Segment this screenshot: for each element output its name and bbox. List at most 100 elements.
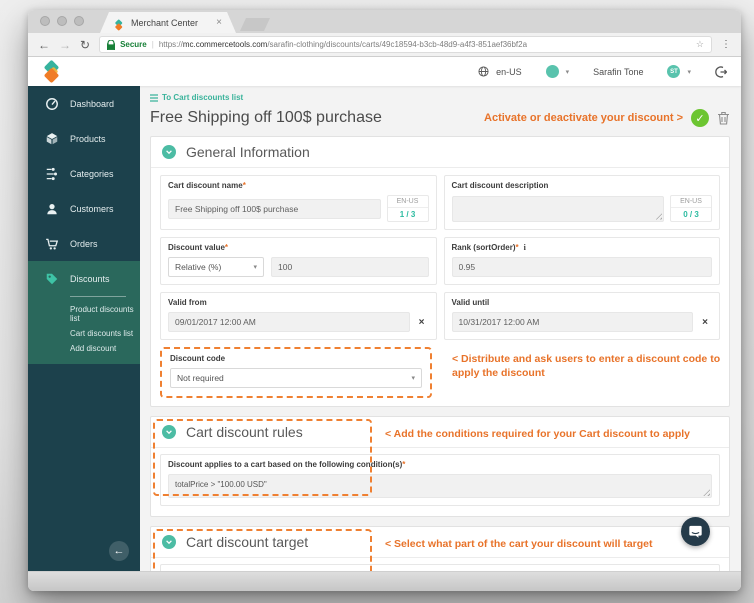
list-icon [150, 93, 158, 102]
cart-discount-description-fieldbox: Cart discount description EN-US 0 / 3 [443, 175, 720, 230]
back-icon[interactable]: ← [38, 39, 50, 51]
minimize-window-button[interactable] [57, 15, 67, 26]
locale-counter[interactable]: 1 / 3 [388, 208, 428, 221]
browser-tab-strip: Merchant Center × [28, 10, 741, 33]
valid-until-fieldbox: Valid until × [443, 292, 720, 340]
sidebar-item-discounts[interactable]: Discounts [28, 261, 140, 296]
clear-date-icon[interactable]: × [702, 317, 708, 328]
discount-amount-input[interactable] [271, 257, 429, 277]
sidebar-item-label: Customers [70, 203, 114, 214]
required-asterisk: * [244, 570, 247, 571]
sidebar-item-label: Orders [70, 238, 98, 249]
sidebar-item-product-discounts-list[interactable]: Product discounts list [28, 302, 140, 326]
logout-icon[interactable] [715, 65, 727, 78]
browser-tab[interactable]: Merchant Center × [100, 12, 236, 33]
sidebar-item-products[interactable]: Products [28, 121, 140, 156]
breadcrumb-label: To Cart discounts list [162, 93, 244, 102]
required-asterisk: * [515, 243, 519, 252]
chevron-down-icon: ▾ [253, 264, 257, 271]
secure-label: Secure [120, 40, 147, 49]
cart-discount-description-textarea[interactable] [451, 195, 664, 222]
tab-title: Merchant Center [131, 17, 199, 28]
info-icon[interactable]: i [524, 243, 526, 252]
target-annotation: < Select what part of the cart your disc… [385, 538, 653, 550]
forward-icon[interactable]: → [59, 39, 71, 51]
sidebar-collapse-button[interactable]: ← [109, 541, 129, 561]
close-tab-icon[interactable]: × [216, 18, 222, 28]
discount-code-row: Discount code Not required ▾ < Distribut… [160, 347, 720, 398]
sidebar-item-add-discount[interactable]: Add discount [28, 341, 140, 356]
selected-option: Not required [177, 373, 224, 383]
required-asterisk: * [402, 460, 406, 469]
section-title: General Information [186, 144, 310, 160]
url-host: mc.commercetools.com [182, 40, 268, 49]
sidebar-item-orders[interactable]: Orders [28, 226, 140, 261]
user-avatar[interactable]: ST [667, 65, 681, 78]
discount-value-type-select[interactable]: Relative (%) ▾ [168, 257, 264, 277]
bookmark-star-icon[interactable]: ☆ [696, 39, 704, 50]
page-title-row: Free Shipping off 100$ purchase Activate… [150, 109, 730, 127]
browser-menu-icon[interactable]: ⋮ [721, 39, 731, 50]
new-tab-button[interactable] [240, 18, 270, 31]
activate-toggle-button[interactable]: ✓ [691, 109, 709, 127]
cart-discount-name-input[interactable] [168, 198, 381, 219]
locale-label: en-US [496, 66, 522, 77]
project-avatar[interactable] [545, 65, 559, 78]
collapse-section-icon[interactable] [162, 535, 176, 549]
sidebar-item-dashboard[interactable]: Dashboard [28, 86, 140, 121]
language-label: EN-US [671, 196, 711, 208]
chevron-down-icon[interactable]: ▾ [566, 68, 570, 76]
sidebar-item-label: Products [70, 133, 106, 144]
zoom-window-button[interactable] [74, 15, 84, 26]
delete-discount-button[interactable] [717, 111, 730, 125]
main-content: To Cart discounts list Free Shipping off… [140, 86, 741, 571]
sidebar-item-categories[interactable]: Categories [28, 156, 140, 191]
cart-discount-name-fieldbox: Cart discount name* EN-US 1 / 3 [160, 175, 437, 230]
breadcrumb[interactable]: To Cart discounts list [150, 93, 730, 102]
products-icon [46, 132, 58, 144]
commercetools-logo[interactable] [42, 59, 62, 83]
resize-handle-icon[interactable] [655, 212, 662, 220]
condition-textarea[interactable]: totalPrice > "100.00 USD" [168, 474, 712, 498]
chat-launcher-button[interactable] [681, 517, 710, 546]
valid-from-input[interactable] [168, 312, 410, 332]
browser-window: Merchant Center × ← → ↻ Secure | https:/… [28, 10, 741, 591]
sidebar-item-cart-discounts-list[interactable]: Cart discounts list [28, 326, 140, 341]
discount-code-select[interactable]: Not required ▾ [170, 368, 422, 388]
clear-date-icon[interactable]: × [419, 317, 425, 328]
address-bar[interactable]: Secure | https://mc.commercetools.com/sa… [99, 36, 712, 53]
sidebar-item-label: Discounts [70, 273, 110, 284]
rank-fieldbox: Rank (sortOrder)* i [443, 237, 720, 285]
valid-from-fieldbox: Valid from × [160, 292, 437, 340]
sidebar-section-discounts: Discounts Product discounts list Cart di… [28, 261, 140, 364]
field-label: Valid until [451, 298, 490, 307]
favicon [114, 20, 120, 26]
lock-icon [107, 39, 116, 50]
discount-code-annotation: < Distribute and ask users to enter a di… [452, 353, 721, 380]
sidebar-item-customers[interactable]: Customers [28, 191, 140, 226]
cart-discount-target-section: Cart discount target < Select what part … [150, 526, 730, 571]
locale-counter[interactable]: 0 / 3 [671, 208, 711, 221]
collapse-section-icon[interactable] [162, 425, 176, 439]
required-asterisk: * [242, 181, 246, 190]
sidebar: Dashboard Products Categories Customers … [28, 86, 140, 571]
field-label: Discount applies to a cart based on the … [168, 460, 406, 469]
chevron-down-icon[interactable]: ▾ [687, 68, 691, 76]
reload-icon[interactable]: ↻ [80, 39, 90, 51]
resize-handle-icon[interactable] [703, 489, 710, 496]
collapse-section-icon[interactable] [162, 145, 176, 159]
rank-input[interactable] [451, 257, 712, 277]
window-footer [28, 571, 741, 591]
rules-annotation: < Add the conditions required for your C… [385, 428, 691, 440]
activate-annotation: Activate or deactivate your discount > [484, 112, 683, 124]
field-label: Discount value* [168, 243, 229, 252]
browser-toolbar: ← → ↻ Secure | https://mc.commercetools.… [28, 33, 741, 57]
sidebar-divider [70, 296, 126, 297]
field-label: Valid from [168, 298, 207, 307]
user-name: Sarafin Tone [593, 66, 644, 77]
close-window-button[interactable] [40, 15, 50, 26]
general-information-header[interactable]: General Information [151, 137, 729, 168]
dashboard-icon [46, 97, 58, 110]
screenshot-stage: Merchant Center × ← → ↻ Secure | https:/… [0, 0, 754, 603]
valid-until-input[interactable] [451, 312, 694, 332]
